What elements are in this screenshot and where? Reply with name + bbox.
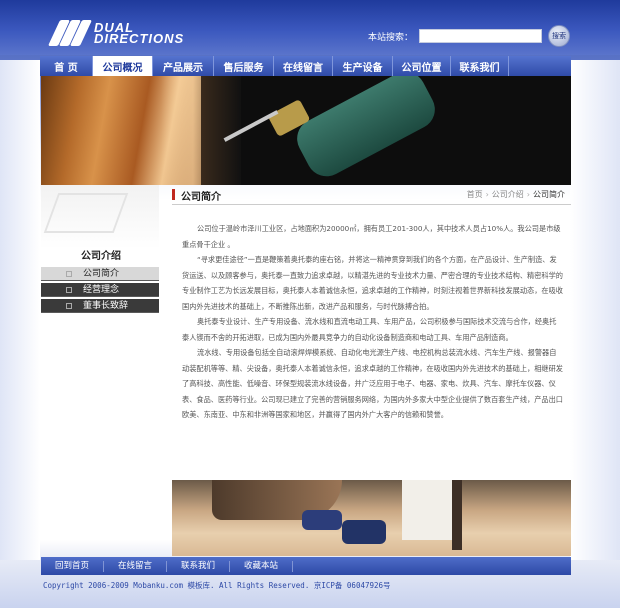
hero-banner [41, 76, 571, 185]
sidebar: 公司介绍 公司简介 经营理念 董事长致辞 [41, 185, 159, 313]
content-header: 公司简介 首页 › 公司介绍 › 公司简介 [172, 185, 571, 205]
bullet-box-icon [66, 287, 72, 293]
paragraph: 奥托泰专业设计、生产专用设备、流水线和直流电动工具、车用产品，公司积极参与国际技… [182, 317, 557, 342]
nav-item-equipment[interactable]: 生产设备 [333, 56, 393, 76]
nav-item-location[interactable]: 公司位置 [393, 56, 451, 76]
title-marker [172, 189, 175, 200]
sidebar-item-company-profile[interactable]: 公司简介 [41, 267, 159, 281]
footer-link-message[interactable]: 在线留言 [104, 560, 168, 572]
sidebar-item-philosophy[interactable]: 经营理念 [41, 283, 159, 297]
bullet-box-icon [66, 271, 72, 277]
sidebar-item-chairman-speech[interactable]: 董事长致辞 [41, 299, 159, 313]
article-body: 公司位于温岭市泽川工业区，占地面积为20000㎡，拥有员工201-300人，其中… [172, 205, 571, 423]
search-button[interactable]: 搜索 [548, 25, 571, 47]
banner-shadow [201, 76, 241, 185]
bullet-box-icon [66, 303, 72, 309]
footer-link-home[interactable]: 回到首页 [41, 560, 105, 572]
page-title: 公司简介 [181, 192, 221, 203]
logo-line2: DIRECTIONS [94, 31, 185, 46]
nav-item-after-sales[interactable]: 售后服务 [214, 56, 274, 76]
sidebar-item-label: 经营理念 [83, 285, 120, 295]
sidebar-decoration [41, 185, 159, 249]
nav-item-company-overview[interactable]: 公司概况 [93, 56, 153, 76]
footer-nav: 回到首页 在线留言 联系我们 收藏本站 [41, 557, 571, 575]
breadcrumb: 首页 › 公司介绍 › 公司简介 [466, 190, 565, 199]
footer-link-bookmark[interactable]: 收藏本站 [230, 560, 294, 572]
logo-text: DUAL DIRECTIONS [94, 21, 185, 46]
photo-doorframe [452, 480, 462, 550]
sidebar-item-label: 公司简介 [83, 269, 120, 279]
main-nav: 首 页 公司概况 产品展示 售后服务 在线留言 生产设备 公司位置 联系我们 [40, 56, 571, 76]
search-input[interactable] [419, 29, 543, 43]
main-content: 公司简介 首页 › 公司介绍 › 公司简介 公司位于温岭市泽川工业区，占地面积为2000… [172, 185, 571, 423]
photo-door [402, 480, 452, 540]
nav-item-online-message[interactable]: 在线留言 [274, 56, 333, 76]
photo-drill [342, 520, 386, 544]
breadcrumb-current: 公司简介 [533, 190, 565, 199]
paragraph: 公司位于温岭市泽川工业区，占地面积为20000㎡，拥有员工201-300人，其中… [182, 224, 561, 249]
breadcrumb-home[interactable]: 首页 [467, 190, 483, 199]
nav-item-home[interactable]: 首 页 [40, 56, 93, 76]
site-search: 本站搜索： 搜索 [368, 25, 571, 47]
sidebar-item-label: 董事长致辞 [83, 301, 129, 311]
nav-item-products[interactable]: 产品展示 [153, 56, 214, 76]
copyright-text: Copyright 2006-2009 Mobanku.com 模板库. All… [43, 581, 391, 590]
nav-item-contact[interactable]: 联系我们 [451, 56, 509, 76]
content-photo [172, 480, 571, 556]
paragraph: “寻求更佳途径”一直是鞭策着奥托泰的座右铭，并将这一精神贯穿到我们的各个方面，在… [182, 255, 563, 311]
right-glow [570, 60, 620, 560]
sidebar-title: 公司介绍 [81, 251, 121, 262]
paragraph: 流水线、专用设备包括全自动滚焊焊模系统、自动化电光源生产线、电控机构总装流水线、… [182, 348, 563, 419]
logo-stripes-icon [47, 20, 93, 46]
sidebar-sketch-icon [43, 193, 129, 233]
site-header: DUAL DIRECTIONS 本站搜索： 搜索 [0, 0, 620, 55]
breadcrumb-about[interactable]: 公司介绍 [492, 190, 524, 199]
search-label: 本站搜索： [368, 32, 414, 43]
photo-drill [302, 510, 342, 530]
site-logo[interactable]: DUAL DIRECTIONS [47, 18, 185, 48]
footer-link-contact[interactable]: 联系我们 [167, 560, 231, 572]
left-glow [0, 60, 40, 560]
